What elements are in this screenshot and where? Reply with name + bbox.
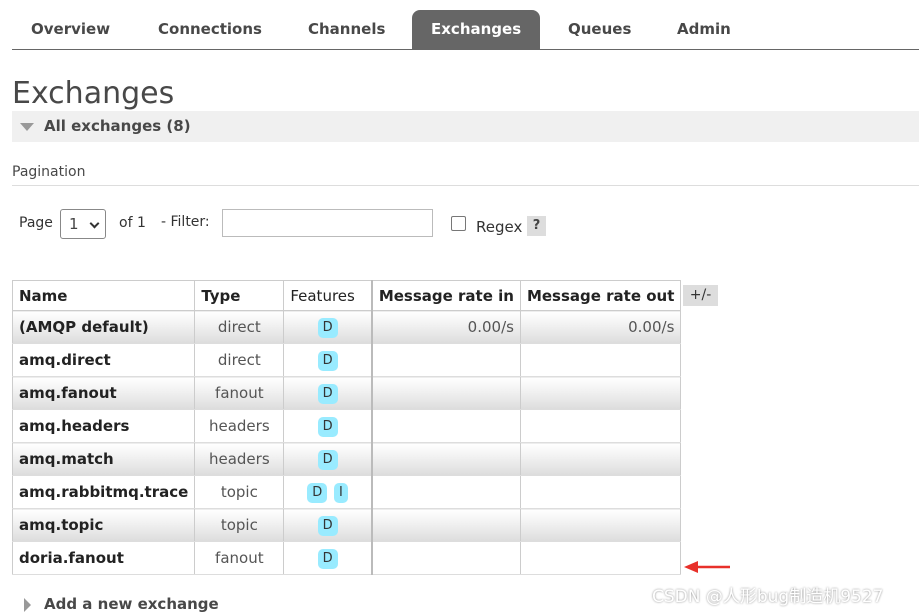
exchange-features: D bbox=[283, 310, 373, 344]
rate-out: 0.00/s bbox=[519, 310, 682, 344]
regex-help-button[interactable]: ? bbox=[527, 216, 546, 236]
exchange-type: topic bbox=[194, 475, 285, 509]
section-title: All exchanges (8) bbox=[44, 117, 191, 135]
main-nav: Overview Connections Channels Exchanges … bbox=[12, 10, 919, 50]
rate-out bbox=[519, 442, 682, 476]
table-row: amq.headers headers D bbox=[11, 409, 682, 443]
table-row: amq.direct direct D bbox=[11, 343, 682, 377]
column-toggle-button[interactable]: +/- bbox=[683, 285, 718, 306]
durable-badge: D bbox=[317, 449, 338, 470]
table-row: (AMQP default) direct D 0.00/s 0.00/s bbox=[11, 310, 682, 344]
exchange-type: headers bbox=[194, 409, 285, 443]
regex-checkbox[interactable] bbox=[451, 216, 466, 231]
pagination-label: Pagination bbox=[12, 164, 86, 180]
column-header-features: Features bbox=[283, 280, 373, 311]
table-row: amq.fanout fanout D bbox=[11, 376, 682, 410]
durable-badge: D bbox=[317, 383, 338, 404]
exchange-features: D bbox=[283, 442, 373, 476]
exchange-name-link[interactable]: doria.fanout bbox=[11, 541, 196, 575]
filter-input[interactable] bbox=[222, 209, 433, 237]
red-arrow-annotation-icon bbox=[684, 561, 730, 573]
exchange-name-link[interactable]: amq.headers bbox=[11, 409, 196, 443]
table-header-row: Name Type Features Message rate in Messa… bbox=[11, 280, 682, 311]
exchange-name-link[interactable]: (AMQP default) bbox=[11, 310, 196, 344]
rate-out bbox=[519, 376, 682, 410]
rate-in bbox=[370, 541, 521, 575]
tab-queues[interactable]: Queues bbox=[549, 10, 650, 49]
durable-badge: D bbox=[317, 317, 338, 338]
collapse-triangle-icon bbox=[20, 123, 34, 131]
exchange-type: fanout bbox=[194, 541, 285, 575]
rate-in bbox=[370, 409, 521, 443]
exchange-type: direct bbox=[194, 310, 285, 344]
rate-out bbox=[519, 343, 682, 377]
exchanges-table: Name Type Features Message rate in Messa… bbox=[11, 280, 682, 575]
exchange-features: D bbox=[283, 376, 373, 410]
rate-out bbox=[519, 541, 682, 575]
exchange-type: direct bbox=[194, 343, 285, 377]
table-row: doria.fanout fanout D bbox=[11, 541, 682, 575]
tab-connections[interactable]: Connections bbox=[139, 10, 281, 49]
durable-badge: D bbox=[317, 548, 338, 569]
regex-label: Regex bbox=[476, 218, 523, 236]
exchange-name-link[interactable]: amq.topic bbox=[11, 508, 196, 542]
rate-in: 0.00/s bbox=[370, 310, 521, 344]
exchange-features: D bbox=[283, 508, 373, 542]
exchange-type: fanout bbox=[194, 376, 285, 410]
exchange-features: D I bbox=[283, 475, 373, 509]
exchange-name-link[interactable]: amq.fanout bbox=[11, 376, 196, 410]
column-header-rate-in[interactable]: Message rate in bbox=[370, 280, 521, 311]
table-row: amq.match headers D bbox=[11, 442, 682, 476]
rate-in bbox=[370, 508, 521, 542]
exchange-features: D bbox=[283, 343, 373, 377]
page-count-label: of 1 bbox=[119, 215, 146, 231]
page-label: Page bbox=[19, 215, 53, 231]
watermark: CSDN @人形bug制造机9527 bbox=[652, 587, 884, 607]
exchange-name-link[interactable]: amq.match bbox=[11, 442, 196, 476]
chevron-down-icon bbox=[89, 218, 100, 229]
rate-in bbox=[370, 442, 521, 476]
column-header-rate-out[interactable]: Message rate out bbox=[519, 280, 682, 311]
exchange-features: D bbox=[283, 409, 373, 443]
rate-in bbox=[370, 475, 521, 509]
tab-channels[interactable]: Channels bbox=[289, 10, 404, 49]
rate-in bbox=[370, 343, 521, 377]
expand-triangle-icon bbox=[24, 598, 31, 612]
table-row: amq.rabbitmq.trace topic D I bbox=[11, 475, 682, 509]
internal-badge: I bbox=[334, 482, 348, 503]
durable-badge: D bbox=[317, 416, 338, 437]
column-header-name[interactable]: Name bbox=[11, 280, 196, 311]
rate-out bbox=[519, 409, 682, 443]
rate-in bbox=[370, 376, 521, 410]
tab-overview[interactable]: Overview bbox=[12, 10, 129, 49]
exchange-type: headers bbox=[194, 442, 285, 476]
rate-out bbox=[519, 508, 682, 542]
all-exchanges-toggle[interactable]: All exchanges (8) bbox=[12, 111, 919, 142]
pagination-divider bbox=[12, 185, 919, 186]
exchange-name-link[interactable]: amq.direct bbox=[11, 343, 196, 377]
exchange-features: D bbox=[283, 541, 373, 575]
exchange-name-link[interactable]: amq.rabbitmq.trace bbox=[11, 475, 196, 509]
durable-badge: D bbox=[317, 515, 338, 536]
table-row: amq.topic topic D bbox=[11, 508, 682, 542]
add-exchange-label: Add a new exchange bbox=[44, 595, 219, 613]
page-select[interactable]: 1 bbox=[60, 209, 106, 239]
column-header-type[interactable]: Type bbox=[194, 280, 285, 311]
filter-label: - Filter: bbox=[161, 214, 210, 230]
add-exchange-toggle[interactable]: Add a new exchange bbox=[12, 595, 219, 613]
tab-admin[interactable]: Admin bbox=[658, 10, 750, 49]
tab-exchanges[interactable]: Exchanges bbox=[412, 10, 541, 49]
page-select-value: 1 bbox=[69, 215, 79, 233]
exchange-type: topic bbox=[194, 508, 285, 542]
rate-out bbox=[519, 475, 682, 509]
page-title: Exchanges bbox=[12, 76, 175, 111]
durable-badge: D bbox=[317, 350, 338, 371]
durable-badge: D bbox=[307, 482, 328, 503]
